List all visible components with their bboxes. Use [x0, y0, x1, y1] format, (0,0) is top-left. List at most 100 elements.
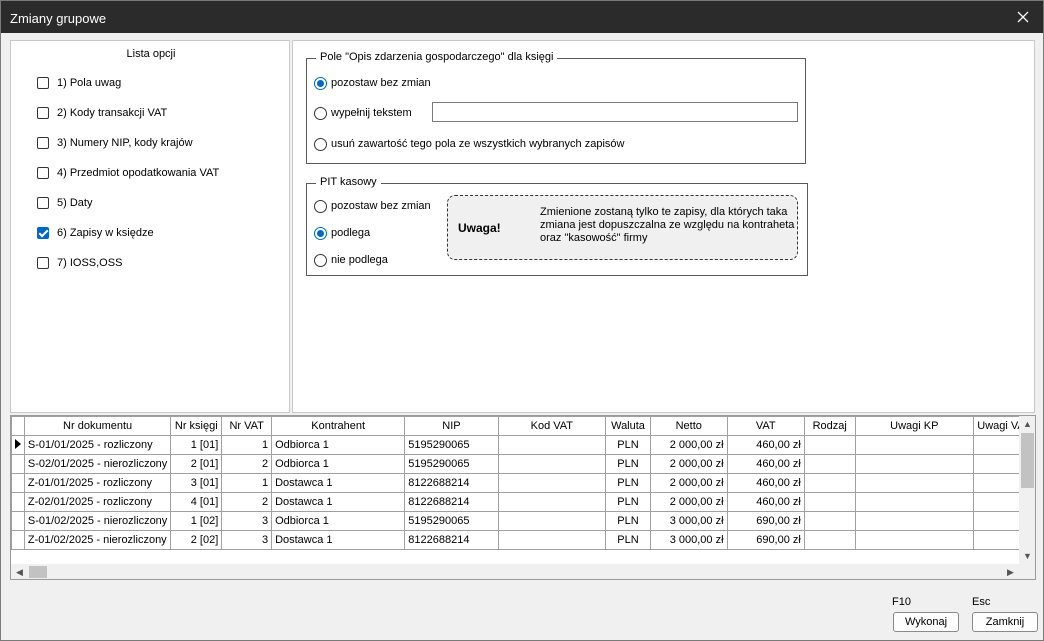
cell-book-number[interactable]: 1 [02]: [170, 511, 223, 531]
cell-nip[interactable]: 8122688214: [404, 473, 499, 493]
cell-contractor[interactable]: Dostawca 1: [271, 473, 406, 493]
cell-vat-code[interactable]: [497, 511, 607, 531]
close-button[interactable]: Zamknij: [972, 612, 1038, 632]
cell-book-number[interactable]: 2 [02]: [170, 530, 223, 550]
cell-vat-number[interactable]: 2: [221, 492, 273, 512]
column-header[interactable]: Kontrahent: [271, 416, 406, 436]
close-icon[interactable]: [1013, 7, 1033, 27]
cell-doc-number[interactable]: Z-02/01/2025 - rozliczony: [23, 492, 172, 512]
option-checkbox-checked[interactable]: [37, 227, 49, 239]
cell-vat-number[interactable]: 3: [221, 511, 273, 531]
radio-pit-pozostaw-bez-zmian[interactable]: pozostaw bez zmian: [314, 198, 431, 214]
cell-net[interactable]: 2 000,00 zł: [649, 454, 728, 474]
cell-currency[interactable]: PLN: [605, 473, 651, 493]
radio-pozostaw-bez-zmian[interactable]: pozostaw bez zmian: [314, 75, 431, 91]
cell-doc-number[interactable]: S-01/02/2025 - nierozliczony: [23, 511, 172, 531]
table-row[interactable]: Z-02/01/2025 - rozliczony 4 [01] 2 Dosta…: [11, 492, 1035, 512]
cell-vat-code[interactable]: [497, 454, 607, 474]
cell-doc-number[interactable]: Z-01/02/2025 - nierozliczony: [23, 530, 172, 550]
cell-vat[interactable]: 690,00 zł: [726, 511, 805, 531]
cell-net[interactable]: 3 000,00 zł: [649, 530, 728, 550]
cell-contractor[interactable]: Dostawca 1: [271, 530, 406, 550]
cell-doc-number[interactable]: S-02/01/2025 - nierozliczony: [23, 454, 172, 474]
cell-nip[interactable]: 5195290065: [404, 511, 499, 531]
radio-unselected[interactable]: [314, 106, 327, 120]
option-checkbox[interactable]: [37, 137, 49, 149]
cell-nip[interactable]: 5195290065: [404, 435, 499, 455]
table-row[interactable]: S-02/01/2025 - nierozliczony 2 [01] 2 Od…: [11, 454, 1035, 474]
cell-vat-code[interactable]: [497, 530, 607, 550]
cell-currency[interactable]: PLN: [605, 492, 651, 512]
vertical-scroll-thumb[interactable]: [1021, 433, 1034, 488]
chevron-down-icon[interactable]: ▼: [1019, 548, 1035, 565]
cell-doc-number[interactable]: Z-01/01/2025 - rozliczony: [23, 473, 172, 493]
option-checkbox[interactable]: [37, 257, 49, 269]
radio-selected[interactable]: [314, 76, 327, 90]
option-checkbox[interactable]: [37, 107, 49, 119]
cell-nip[interactable]: 8122688214: [404, 492, 499, 512]
column-header[interactable]: Kod VAT: [497, 416, 607, 436]
cell-vat-number[interactable]: 3: [221, 530, 273, 550]
radio-pit-nie-podlega[interactable]: nie podlega: [314, 252, 388, 268]
column-header[interactable]: NIP: [404, 416, 499, 436]
option-checkbox[interactable]: [37, 167, 49, 179]
option-numery-nip[interactable]: 3) Numery NIP, kody krajów: [37, 135, 193, 151]
cell-type[interactable]: [803, 511, 856, 531]
cell-vat-number[interactable]: 1: [221, 435, 273, 455]
cell-vat[interactable]: 460,00 zł: [726, 454, 805, 474]
column-header[interactable]: Nr księgi: [170, 416, 223, 436]
cell-book-number[interactable]: 2 [01]: [170, 454, 223, 474]
table-row[interactable]: Z-01/02/2025 - nierozliczony 2 [02] 3 Do…: [11, 530, 1035, 550]
horizontal-scroll-thumb[interactable]: [29, 566, 47, 578]
cell-contractor[interactable]: Odbiorca 1: [271, 435, 406, 455]
option-checkbox[interactable]: [37, 197, 49, 209]
chevron-up-icon[interactable]: ▲: [1019, 416, 1035, 433]
cell-vat-code[interactable]: [497, 435, 607, 455]
column-header[interactable]: Nr dokumentu: [23, 416, 172, 436]
cell-vat[interactable]: 460,00 zł: [726, 435, 805, 455]
cell-nip[interactable]: 5195290065: [404, 454, 499, 474]
column-header[interactable]: Nr VAT: [221, 416, 273, 436]
cell-book-number[interactable]: 3 [01]: [170, 473, 223, 493]
cell-kp-notes[interactable]: [854, 530, 974, 550]
chevron-right-icon[interactable]: ▶: [1002, 564, 1019, 579]
option-przedmiot-opodatkowania[interactable]: 4) Przedmiot opodatkowania VAT: [37, 165, 219, 181]
radio-selected[interactable]: [314, 226, 327, 240]
cell-net[interactable]: 3 000,00 zł: [649, 511, 728, 531]
cell-book-number[interactable]: 4 [01]: [170, 492, 223, 512]
cell-currency[interactable]: PLN: [605, 530, 651, 550]
records-grid[interactable]: Nr dokumentu Nr księgi Nr VAT Kontrahent…: [10, 415, 1036, 580]
cell-net[interactable]: 2 000,00 zł: [649, 473, 728, 493]
cell-kp-notes[interactable]: [854, 473, 974, 493]
cell-kp-notes[interactable]: [854, 511, 974, 531]
option-pola-uwag[interactable]: 1) Pola uwag: [37, 75, 121, 91]
radio-usun-zawartosc[interactable]: usuń zawartość tego pola ze wszystkich w…: [314, 136, 624, 152]
cell-type[interactable]: [803, 435, 856, 455]
cell-vat-number[interactable]: 1: [221, 473, 273, 493]
table-row[interactable]: Z-01/01/2025 - rozliczony 3 [01] 1 Dosta…: [11, 473, 1035, 493]
cell-type[interactable]: [803, 530, 856, 550]
cell-doc-number[interactable]: S-01/01/2025 - rozliczony: [23, 435, 172, 455]
column-header[interactable]: Waluta: [605, 416, 651, 436]
cell-type[interactable]: [803, 454, 856, 474]
cell-nip[interactable]: 8122688214: [404, 530, 499, 550]
radio-unselected[interactable]: [314, 199, 327, 213]
table-row[interactable]: S-01/02/2025 - nierozliczony 1 [02] 3 Od…: [11, 511, 1035, 531]
cell-net[interactable]: 2 000,00 zł: [649, 492, 728, 512]
cell-kp-notes[interactable]: [854, 492, 974, 512]
cell-net[interactable]: 2 000,00 zł: [649, 435, 728, 455]
cell-vat[interactable]: 460,00 zł: [726, 492, 805, 512]
cell-kp-notes[interactable]: [854, 454, 974, 474]
radio-pit-podlega[interactable]: podlega: [314, 225, 370, 241]
fill-text-input[interactable]: [432, 102, 798, 122]
cell-currency[interactable]: PLN: [605, 435, 651, 455]
chevron-left-icon[interactable]: ◀: [11, 564, 28, 579]
cell-kp-notes[interactable]: [854, 435, 974, 455]
cell-vat-code[interactable]: [497, 492, 607, 512]
cell-contractor[interactable]: Dostawca 1: [271, 492, 406, 512]
column-header[interactable]: Uwagi KP: [854, 416, 974, 436]
column-header[interactable]: VAT: [726, 416, 805, 436]
option-ioss-oss[interactable]: 7) IOSS,OSS: [37, 255, 122, 271]
cell-contractor[interactable]: Odbiorca 1: [271, 511, 406, 531]
cell-vat-number[interactable]: 2: [221, 454, 273, 474]
